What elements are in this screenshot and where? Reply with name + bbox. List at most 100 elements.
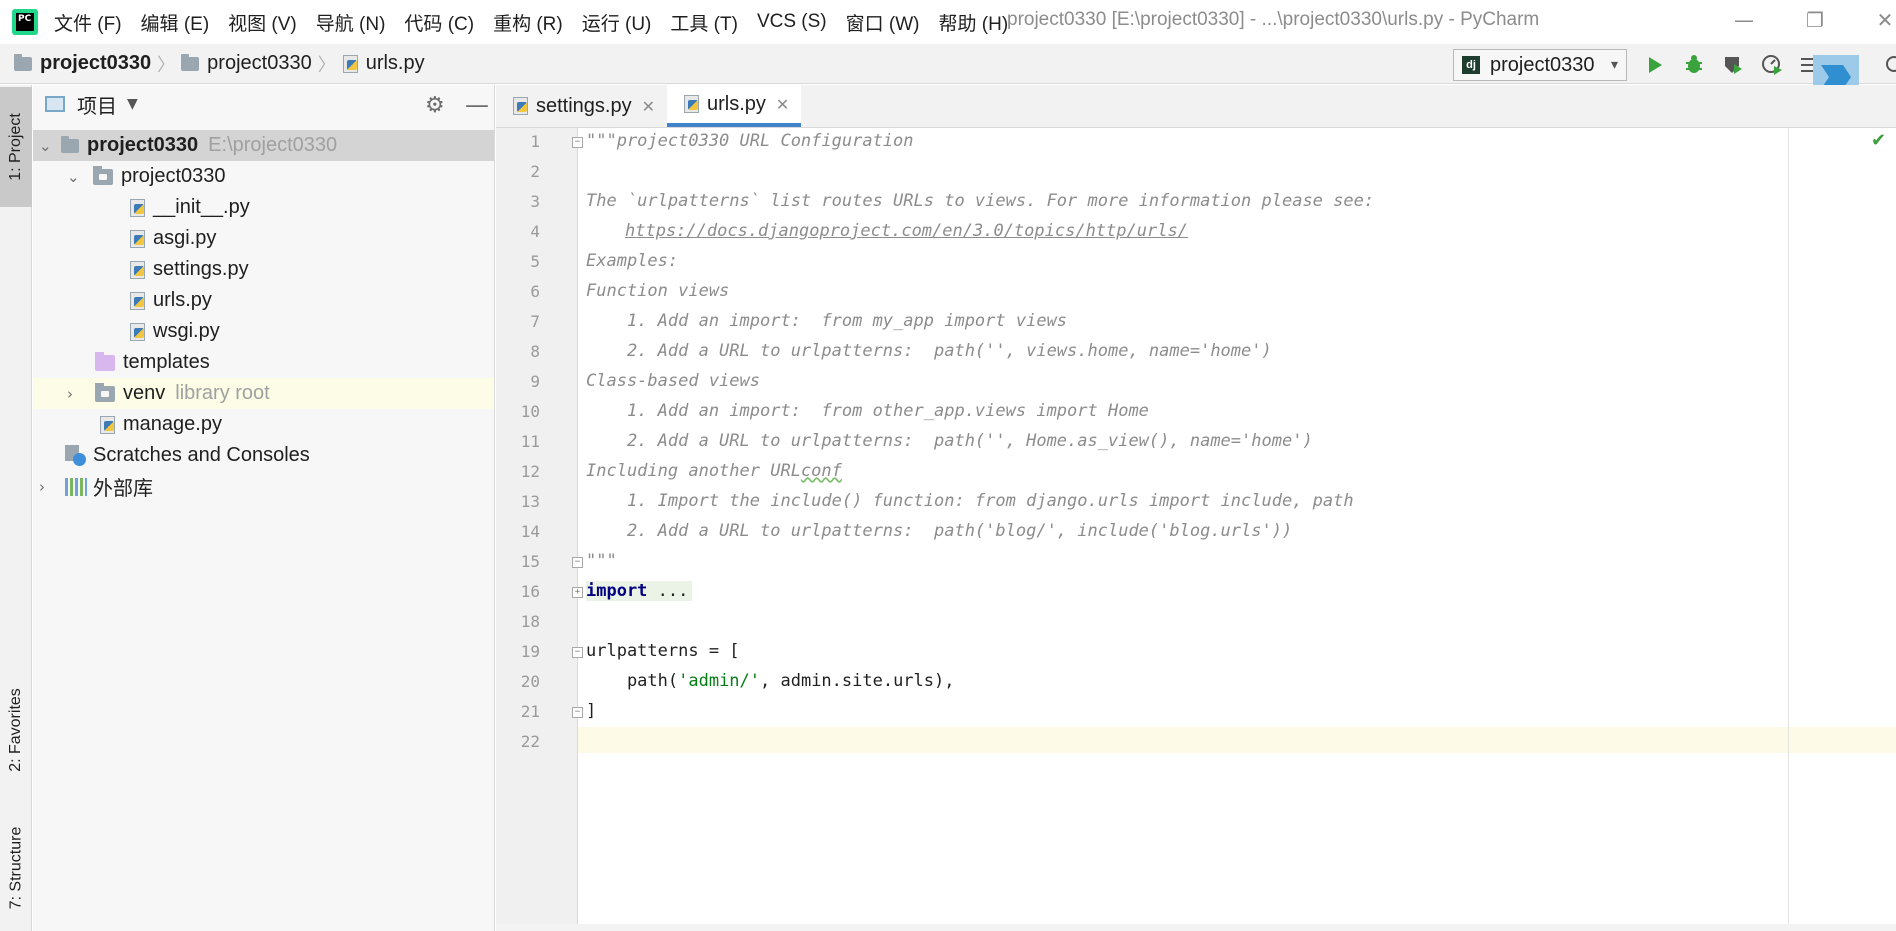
python-file-icon <box>129 198 147 218</box>
tree-item-venv[interactable]: › venv library root <box>33 378 494 409</box>
close-icon[interactable]: ✕ <box>776 95 789 114</box>
project-tool-tab[interactable]: 1: Project <box>0 87 32 207</box>
line-number: 19 <box>520 642 540 661</box>
coverage-icon[interactable] <box>1720 52 1746 78</box>
breadcrumb-project-root[interactable]: project0330 〉 <box>14 51 181 77</box>
menu-run[interactable]: 运行 (U) <box>582 9 652 36</box>
scratches-icon <box>65 444 87 467</box>
code-editor[interactable]: ✔ 1 2 3 4 5 6 7 8 9 10 11 12 13 14 15 16… <box>496 128 1896 931</box>
menu-file[interactable]: 文件 (F) <box>54 9 122 36</box>
code-line: 1. Add an import: from other_app.views i… <box>586 401 1149 421</box>
search-icon[interactable] <box>1884 52 1896 78</box>
line-number: 1 <box>530 132 540 151</box>
django-icon: dj <box>1462 56 1480 74</box>
window-title: project0330 [E:\project0330] - ...\proje… <box>1007 9 1540 30</box>
tree-item-project-root[interactable]: ⌄ project0330 E:\project0330 <box>33 130 494 161</box>
menu-tools[interactable]: 工具 (T) <box>670 9 738 36</box>
fold-marker-icon[interactable]: − <box>572 647 583 658</box>
menu-view[interactable]: 视图 (V) <box>228 9 297 36</box>
fold-marker-icon[interactable]: + <box>572 587 583 598</box>
tab-settings-py[interactable]: settings.py ✕ <box>496 85 667 127</box>
doc-link[interactable]: https://docs.djangoproject.com/en/3.0/to… <box>625 221 1188 241</box>
fold-marker-icon[interactable]: − <box>572 557 583 568</box>
folder-icon <box>14 53 32 71</box>
fold-marker-icon[interactable]: − <box>572 707 583 718</box>
string-literal: 'admin/' <box>678 671 761 691</box>
tree-item-label: Scratches and Consoles <box>93 444 310 466</box>
tree-item-label: templates <box>123 351 210 373</box>
restore-button[interactable]: ❐ <box>1800 8 1830 32</box>
project-tool-window: 项目 ▼ ⚙ — ⌄ project0330 E:\project0330 ⌄ … <box>33 85 495 931</box>
structure-tool-tab[interactable]: 7: Structure <box>0 803 32 931</box>
favorites-tool-label: 2: Favorites <box>7 688 24 772</box>
fold-marker-icon[interactable]: − <box>572 137 583 148</box>
folded-imports[interactable]: import ... <box>586 581 693 601</box>
horizontal-scrollbar[interactable] <box>496 924 1896 931</box>
code-line: """project0330 URL Configuration <box>586 131 914 151</box>
tree-item-file[interactable]: settings.py <box>33 254 494 285</box>
tab-label: settings.py <box>536 94 632 117</box>
line-number: 16 <box>520 582 540 601</box>
code-line: path('admin/', admin.site.urls), <box>586 671 955 691</box>
line-number: 10 <box>520 402 540 421</box>
chevron-right-icon[interactable]: › <box>67 385 73 403</box>
gear-icon[interactable]: ⚙ <box>425 93 445 118</box>
tree-item-scratches[interactable]: Scratches and Consoles <box>33 440 494 471</box>
tree-item-label: project0330 <box>87 134 199 156</box>
tree-item-file[interactable]: __init__.py <box>33 192 494 223</box>
spelling-warning[interactable]: conf <box>801 461 842 481</box>
python-file-icon <box>129 260 147 280</box>
tree-item-file[interactable]: asgi.py <box>33 223 494 254</box>
tree-item-file[interactable]: wsgi.py <box>33 316 494 347</box>
chevron-down-icon[interactable]: ▼ <box>127 96 138 112</box>
line-number: 2 <box>530 162 540 181</box>
run-configuration-selector[interactable]: dj project0330 ▾ <box>1453 49 1627 81</box>
code-line: ] <box>586 701 597 721</box>
debug-icon[interactable] <box>1681 52 1707 78</box>
tab-urls-py[interactable]: urls.py ✕ <box>667 85 802 127</box>
menu-vcs[interactable]: VCS (S) <box>757 11 827 33</box>
chevron-right-icon[interactable]: › <box>39 478 45 496</box>
python-file-icon <box>683 94 701 114</box>
chevron-down-icon[interactable]: ⌄ <box>67 168 80 186</box>
menu-navigate[interactable]: 导航 (N) <box>316 9 386 36</box>
project-panel-title[interactable]: 项目 <box>77 90 117 119</box>
tree-item-label: 外部库 <box>93 478 153 500</box>
tree-item-package[interactable]: ⌄ project0330 <box>33 161 494 192</box>
code-line: The `urlpatterns` list routes URLs to vi… <box>586 191 1375 211</box>
editor-tab-bar: settings.py ✕ urls.py ✕ <box>496 85 1896 128</box>
tree-item-label: venv <box>123 382 166 404</box>
line-number: 13 <box>520 492 540 511</box>
line-number: 20 <box>520 672 540 691</box>
current-line-highlight <box>578 727 1896 753</box>
library-folder-icon <box>95 382 115 402</box>
menu-code[interactable]: 代码 (C) <box>404 9 474 36</box>
code-line: """ <box>586 551 617 571</box>
tree-item-file[interactable]: manage.py <box>33 409 494 440</box>
run-configuration-label: project0330 <box>1490 53 1595 76</box>
close-button[interactable]: ✕ <box>1870 8 1896 32</box>
templates-folder-icon <box>95 351 115 371</box>
tree-item-external-libraries[interactable]: › 外部库 <box>33 471 494 502</box>
code-text: path( <box>586 671 679 691</box>
profile-icon[interactable] <box>1759 52 1785 78</box>
code-line: 1. Add an import: from my_app import vie… <box>586 311 1068 331</box>
close-icon[interactable]: ✕ <box>642 97 655 116</box>
favorites-tool-tab[interactable]: 2: Favorites <box>0 665 32 795</box>
breadcrumb-project-package[interactable]: project0330 〉 <box>181 51 342 77</box>
hide-panel-icon[interactable]: — <box>465 91 489 119</box>
tree-item-templates[interactable]: templates <box>33 347 494 378</box>
menu-window[interactable]: 窗口 (W) <box>846 9 920 36</box>
breadcrumb-file[interactable]: urls.py <box>342 52 425 75</box>
inspection-ok-icon[interactable]: ✔ <box>1871 130 1886 151</box>
menu-help[interactable]: 帮助 (H) <box>939 9 1009 36</box>
chevron-down-icon: ▾ <box>1610 57 1618 73</box>
menu-edit[interactable]: 编辑 (E) <box>141 9 210 36</box>
python-file-icon <box>129 229 147 249</box>
chevron-down-icon[interactable]: ⌄ <box>39 137 52 155</box>
minimize-button[interactable]: — <box>1729 8 1759 32</box>
tree-item-file[interactable]: urls.py <box>33 285 494 316</box>
run-icon[interactable] <box>1642 52 1668 78</box>
menu-refactor[interactable]: 重构 (R) <box>493 9 563 36</box>
tree-item-label: wsgi.py <box>153 320 220 342</box>
